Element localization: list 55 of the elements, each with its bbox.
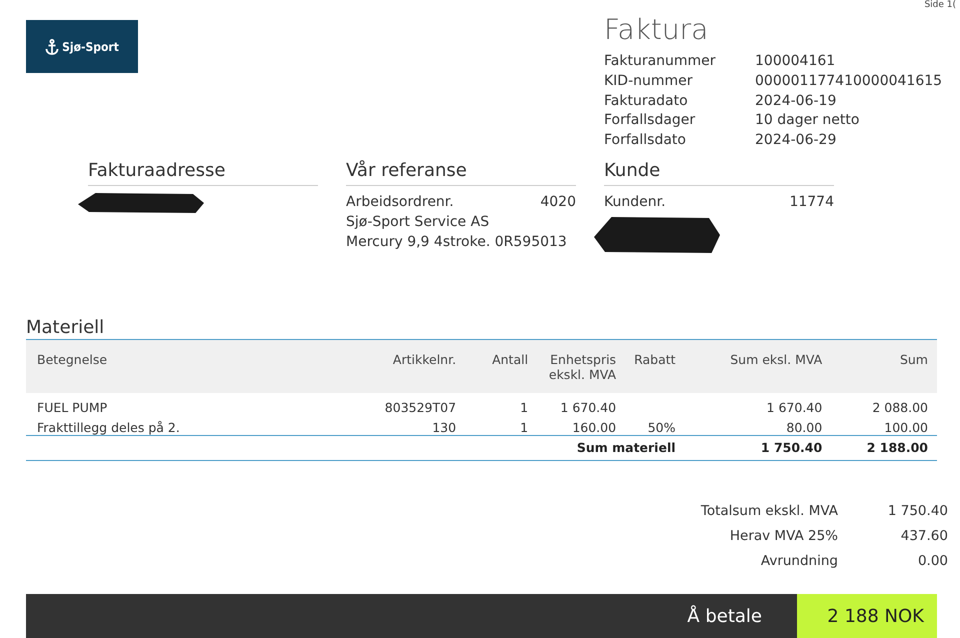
total-value: 0.00 xyxy=(916,552,948,572)
table-cell: 130 xyxy=(432,420,456,436)
total-value: 2 188.00 xyxy=(866,440,928,456)
total-value: 1 750.40 xyxy=(886,502,948,522)
total-value: 437.60 xyxy=(900,527,948,546)
anchor-icon xyxy=(45,38,60,54)
table-cell: 1 xyxy=(520,420,528,436)
column-header: Betegnelse xyxy=(26,339,346,394)
total-label: Sum materiell xyxy=(576,440,676,456)
table-cell: Frakttillegg deles på 2. xyxy=(37,420,180,436)
amount-due-label: Å betale xyxy=(26,594,797,638)
meta-value: 2024-06-29 xyxy=(755,131,838,150)
field-value: 11774 xyxy=(789,193,834,212)
page-label: Side 1( xyxy=(924,0,956,10)
column-header: Sum xyxy=(831,339,937,394)
total-value: 1 750.40 xyxy=(760,440,822,456)
table-cell: FUEL PUMP xyxy=(37,400,108,416)
total-label: Totalsum ekskl. MVA xyxy=(700,502,838,522)
table-cell: 1 670.40 xyxy=(766,400,822,416)
logo-text: Sjø-Sport xyxy=(62,40,119,54)
section-heading: Vår referanse xyxy=(346,160,576,186)
section-heading: Materiell xyxy=(26,316,106,339)
meta-label: Forfallsdato xyxy=(604,131,687,150)
field-value: 4020 xyxy=(540,193,576,212)
table-cell: 1 xyxy=(520,400,528,416)
column-header: Antall xyxy=(465,339,538,394)
meta-value: 10 dager netto xyxy=(755,111,860,130)
table-cell: 803529T07 xyxy=(384,400,456,416)
table-cell: 2 088.00 xyxy=(872,400,928,416)
meta-value: 000001177410000041615 xyxy=(755,72,942,91)
field-label: Sjø-Sport Service AS xyxy=(346,212,490,232)
table-cell: 80.00 xyxy=(786,420,822,436)
table-cell: 160.00 xyxy=(572,420,616,436)
field-label: Kundenr. xyxy=(604,193,666,212)
total-label: Herav MVA 25% xyxy=(728,527,838,546)
meta-label: Fakturadato xyxy=(604,92,689,111)
meta-value: 2024-06-19 xyxy=(755,92,838,111)
column-header: Artikkelnr. xyxy=(346,339,466,394)
column-header: Rabatt xyxy=(625,339,685,394)
table-cell: 1 670.40 xyxy=(560,400,616,416)
table-cell: 100.00 xyxy=(884,420,928,436)
section-heading: Fakturaadresse xyxy=(88,160,318,186)
invoice-title: Faktura xyxy=(604,12,710,48)
column-header: Sum eksl. MVA xyxy=(684,339,832,394)
table-cell: 50% xyxy=(648,420,676,436)
meta-value: 100004161 xyxy=(755,52,836,71)
meta-label: Fakturanummer xyxy=(604,52,717,71)
section-heading: Kunde xyxy=(604,160,834,186)
meta-label: KID-nummer xyxy=(604,72,694,91)
amount-due-value: 2 188 NOK xyxy=(797,594,937,638)
meta-label: Forfallsdager xyxy=(604,111,696,130)
total-label: Avrundning xyxy=(760,552,838,572)
field-label: Mercury 9,9 4stroke. 0R595013 xyxy=(346,232,567,252)
field-label: Arbeidsordrenr. xyxy=(346,193,454,212)
column-header: Enhetspris ekskl. MVA xyxy=(537,339,626,394)
